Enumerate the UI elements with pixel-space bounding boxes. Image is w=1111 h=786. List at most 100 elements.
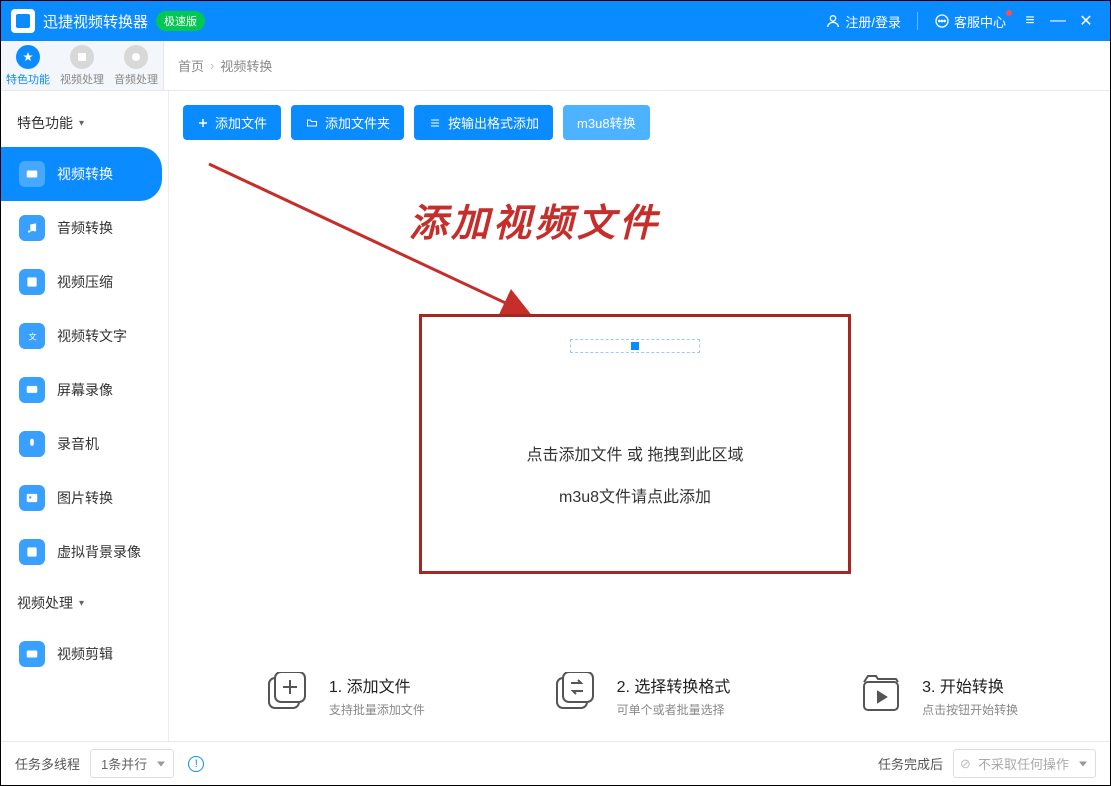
audio-convert-icon: [19, 215, 45, 241]
add-folder-label: 添加文件夹: [325, 113, 390, 132]
sidebar-item-label: 视频压缩: [57, 272, 113, 292]
sidebar-item-label: 录音机: [57, 434, 99, 454]
multithread-select[interactable]: 1条并行: [90, 749, 174, 778]
support-button[interactable]: 客服中心: [934, 12, 1006, 31]
m3u8-convert-button[interactable]: m3u8转换: [563, 105, 650, 140]
minimize-button[interactable]: —: [1044, 12, 1072, 30]
video-edit-icon: [19, 641, 45, 667]
folder-icon: [305, 117, 319, 129]
step-add-file: 1. 添加文件 支持批量添加文件: [261, 671, 425, 719]
screen-record-icon: [19, 377, 45, 403]
canvas: 添加视频文件 点击添加文件 或 拖拽到此区域 m3u8文件请点此添加: [169, 144, 1110, 741]
dropzone-line1: 点击添加文件 或 拖拽到此区域: [422, 441, 848, 465]
step-sub: 支持批量添加文件: [329, 701, 425, 718]
video-convert-icon: [19, 161, 45, 187]
toolbar: 添加文件 添加文件夹 按输出格式添加 m3u8转换: [169, 91, 1110, 144]
step-title: 2. 选择转换格式: [617, 673, 731, 697]
add-file-button[interactable]: 添加文件: [183, 105, 281, 140]
sidebar-item-virtual-bg[interactable]: 虚拟背景录像: [1, 525, 168, 579]
breadcrumb: 首页 › 视频转换: [163, 41, 1110, 90]
sidebar-item-video-to-text[interactable]: 文 视频转文字: [1, 309, 168, 363]
menu-icon[interactable]: ≡: [1016, 12, 1044, 30]
virtual-bg-icon: [19, 539, 45, 565]
step-title: 1. 添加文件: [329, 673, 425, 697]
body: 特色功能 ▾ 视频转换 音频转换 视频压缩 文 视频转文字 屏幕录像: [1, 91, 1110, 741]
step-sub: 可单个或者批量选择: [617, 701, 731, 718]
info-icon[interactable]: !: [188, 756, 204, 772]
microphone-icon: [19, 431, 45, 457]
star-icon: [16, 45, 40, 69]
sidebar: 特色功能 ▾ 视频转换 音频转换 视频压缩 文 视频转文字 屏幕录像: [1, 91, 169, 741]
sidebar-section-special[interactable]: 特色功能 ▾: [1, 99, 168, 147]
step-choose-format: 2. 选择转换格式 可单个或者批量选择: [549, 671, 731, 719]
sidebar-item-label: 屏幕录像: [57, 380, 113, 400]
close-button[interactable]: ✕: [1072, 11, 1100, 31]
add-file-step-icon: [261, 671, 315, 719]
tab-special[interactable]: 特色功能: [1, 41, 55, 90]
chevron-right-icon: ›: [210, 58, 214, 73]
app-logo-icon: [11, 9, 35, 33]
step-title: 3. 开始转换: [922, 673, 1018, 697]
sidebar-item-video-convert[interactable]: 视频转换: [1, 147, 162, 201]
top-strip: 特色功能 视频处理 音频处理 首页 › 视频转换: [1, 41, 1110, 91]
chevron-down-icon: ▾: [79, 598, 84, 609]
titlebar: 迅捷视频转换器 极速版 注册/登录 客服中心 ≡ — ✕: [1, 1, 1110, 41]
sidebar-item-audio-convert[interactable]: 音频转换: [1, 201, 168, 255]
plus-icon: [197, 117, 209, 129]
titlebar-divider: [917, 12, 918, 30]
tab-video[interactable]: 视频处理: [55, 41, 109, 90]
compress-icon: [19, 269, 45, 295]
support-label: 客服中心: [954, 12, 1006, 31]
sidebar-section-label: 特色功能: [17, 113, 73, 133]
app-title: 迅捷视频转换器: [43, 11, 148, 32]
sidebar-item-audio-record[interactable]: 录音机: [1, 417, 168, 471]
register-login-label: 注册/登录: [845, 12, 901, 31]
add-folder-button[interactable]: 添加文件夹: [291, 105, 404, 140]
register-login-button[interactable]: 注册/登录: [825, 12, 901, 31]
breadcrumb-current: 视频转换: [220, 56, 272, 75]
steps-row: 1. 添加文件 支持批量添加文件 2. 选择转换格式 可单个或者批量选择: [169, 655, 1110, 741]
sidebar-item-video-compress[interactable]: 视频压缩: [1, 255, 168, 309]
image-icon: [19, 485, 45, 511]
multithread-value: 1条并行: [101, 757, 147, 772]
step-sub: 点击按钮开始转换: [922, 701, 1018, 718]
chat-icon: [934, 13, 950, 29]
dropzone-line2[interactable]: m3u8文件请点此添加: [422, 483, 848, 507]
add-file-label: 添加文件: [215, 113, 267, 132]
sidebar-item-screen-record[interactable]: 屏幕录像: [1, 363, 168, 417]
sidebar-item-label: 音频转换: [57, 218, 113, 238]
multithread-label: 任务多线程: [15, 754, 80, 773]
sidebar-section-video[interactable]: 视频处理 ▾: [1, 579, 168, 627]
breadcrumb-home[interactable]: 首页: [178, 56, 204, 75]
after-done-value: 不采取任何操作: [978, 757, 1069, 772]
text-icon: 文: [19, 323, 45, 349]
sidebar-section-label: 视频处理: [17, 593, 73, 613]
choose-format-step-icon: [549, 671, 603, 719]
drag-indicator-icon: [570, 339, 700, 353]
sidebar-item-image-convert[interactable]: 图片转换: [1, 471, 168, 525]
film-icon: [70, 45, 94, 69]
annotation-arrow-icon: [199, 154, 559, 334]
m3u8-label: m3u8转换: [577, 113, 636, 132]
sidebar-item-video-edit[interactable]: 视频剪辑: [1, 627, 168, 681]
main-area: 添加文件 添加文件夹 按输出格式添加 m3u8转换 添加视频文件: [169, 91, 1110, 741]
after-done-select[interactable]: 不采取任何操作: [953, 749, 1096, 778]
tab-audio[interactable]: 音频处理: [109, 41, 163, 90]
list-icon: [428, 117, 442, 129]
sidebar-item-label: 视频转换: [57, 164, 113, 184]
tab-special-label: 特色功能: [6, 71, 50, 87]
start-convert-step-icon: [854, 671, 908, 719]
after-done-label: 任务完成后: [878, 754, 943, 773]
edition-badge: 极速版: [156, 11, 205, 31]
by-output-format-button[interactable]: 按输出格式添加: [414, 105, 553, 140]
audio-icon: [124, 45, 148, 69]
sidebar-item-label: 视频剪辑: [57, 644, 113, 664]
footer: 任务多线程 1条并行 ! 任务完成后 不采取任何操作: [1, 741, 1110, 785]
chevron-down-icon: ▾: [79, 118, 84, 129]
user-icon: [825, 13, 841, 29]
category-tabs: 特色功能 视频处理 音频处理: [1, 41, 163, 90]
dropzone[interactable]: 点击添加文件 或 拖拽到此区域 m3u8文件请点此添加: [419, 314, 851, 574]
svg-text:文: 文: [29, 332, 37, 342]
sidebar-item-label: 虚拟背景录像: [57, 542, 141, 562]
tab-video-label: 视频处理: [60, 71, 104, 87]
